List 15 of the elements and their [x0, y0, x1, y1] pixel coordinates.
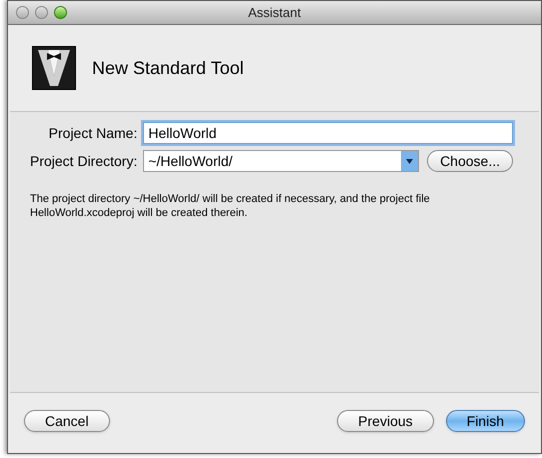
header-title: New Standard Tool: [92, 56, 244, 80]
field-label: Project Directory:: [30, 152, 138, 171]
close-button[interactable]: [16, 6, 29, 19]
info-text: The project directory ~/HelloWorld/ will be created if necessary, and the project file HelloWorld.xcodeproj will be created therein.: [30, 192, 431, 220]
field-label: Project Name:: [48, 124, 138, 143]
window-title: Assistant: [248, 4, 301, 22]
zoom-button[interactable]: [54, 6, 67, 19]
directory-combo-box[interactable]: ~/HelloWorld/: [143, 150, 420, 172]
dialog-button[interactable]: Cancel: [24, 410, 110, 432]
text-field[interactable]: HelloWorld: [143, 122, 513, 144]
dialog-button[interactable]: Previous: [337, 410, 434, 432]
finish-button[interactable]: Finish: [446, 410, 525, 432]
minimize-button[interactable]: [35, 6, 48, 19]
choose-button[interactable]: Choose...: [427, 150, 513, 172]
tuxedo-icon: [32, 46, 76, 90]
